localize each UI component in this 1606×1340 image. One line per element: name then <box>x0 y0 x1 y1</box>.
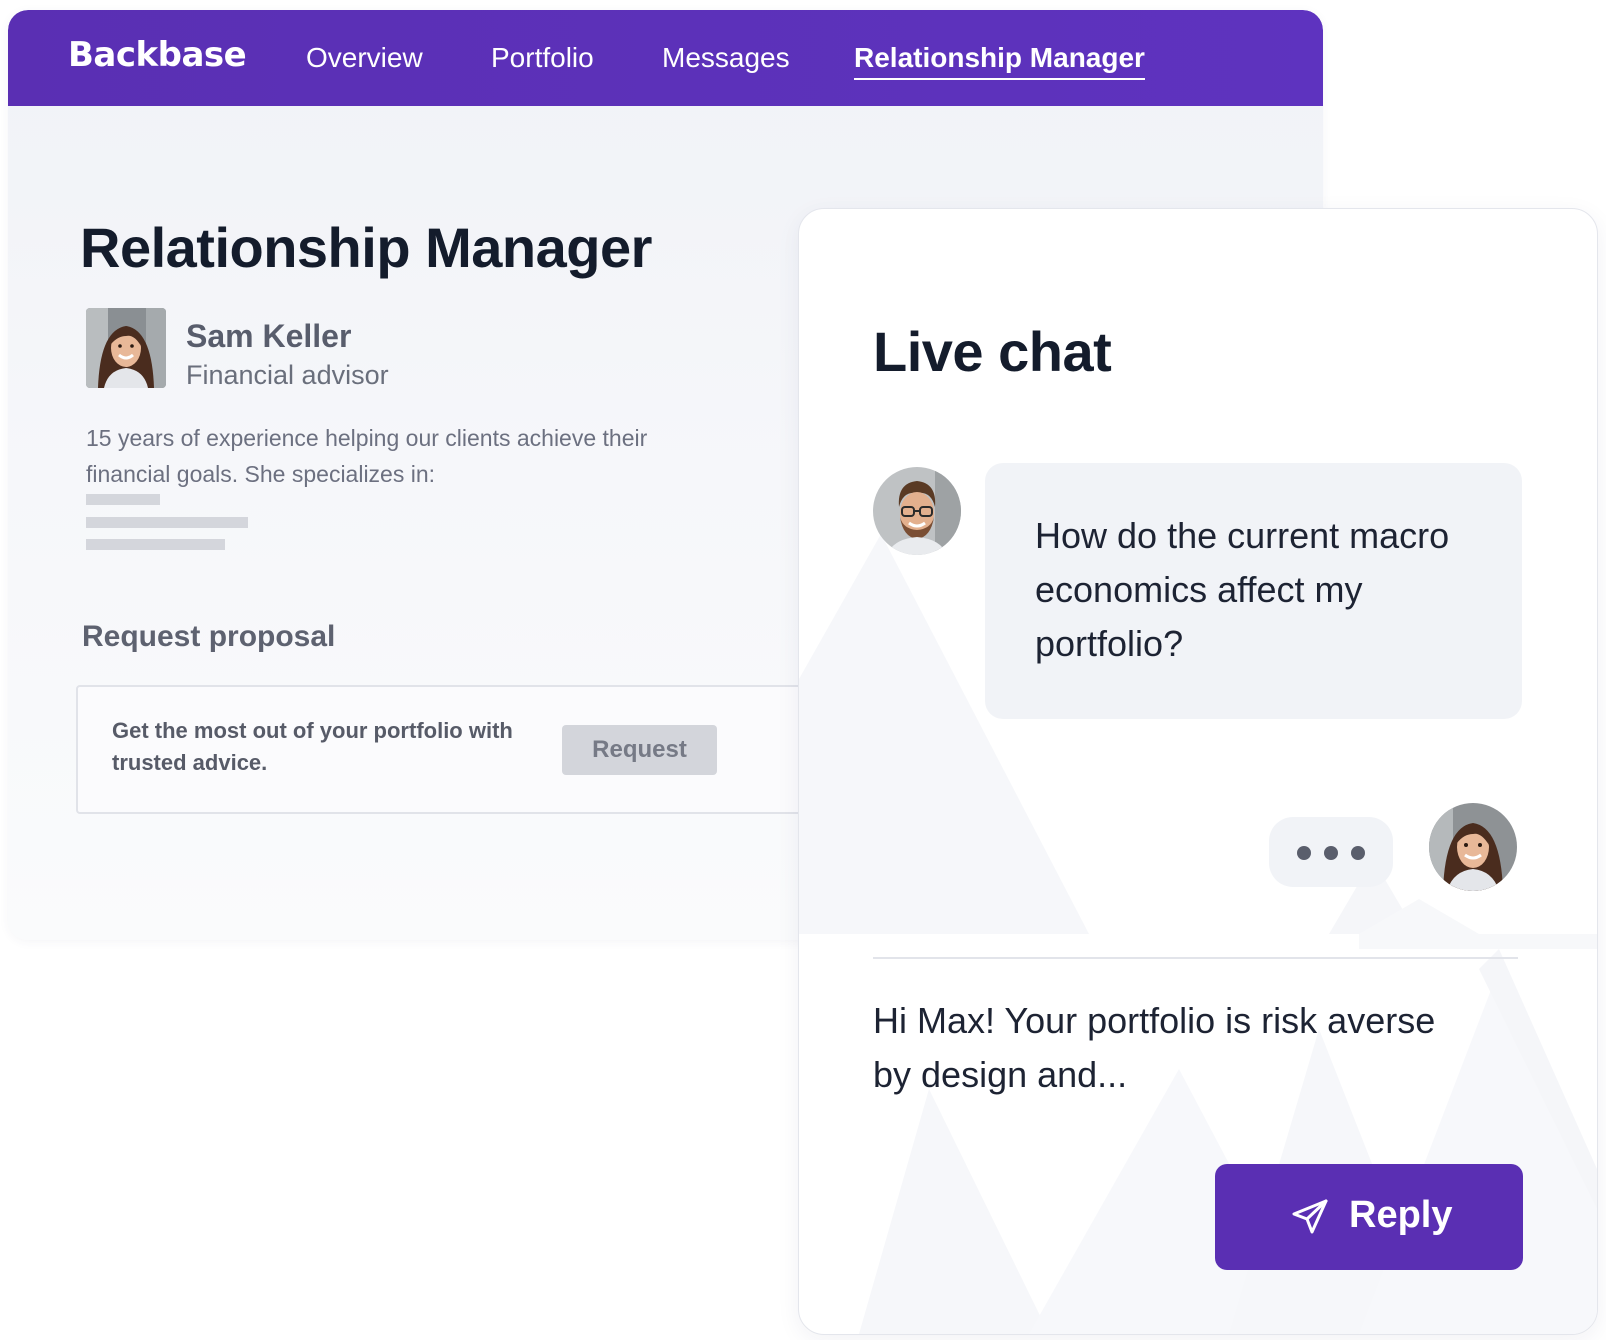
top-navbar: Backbase Overview Portfolio Messages Rel… <box>8 10 1323 106</box>
request-proposal-heading: Request proposal <box>82 620 336 653</box>
live-chat-panel: Live chat How do the current macro econo… <box>798 208 1598 1335</box>
nav-item-overview[interactable]: Overview <box>306 42 423 74</box>
paper-plane-icon <box>1292 1199 1328 1234</box>
typing-indicator <box>1269 817 1393 887</box>
live-chat-title: Live chat <box>873 320 1112 383</box>
reply-button[interactable]: Reply <box>1215 1164 1523 1270</box>
backbase-logo[interactable]: Backbase <box>68 35 247 75</box>
advisor-role: Financial advisor <box>186 360 389 390</box>
incoming-message-text: How do the current macro economics affec… <box>1035 515 1450 664</box>
typing-dot <box>1297 846 1311 860</box>
typing-dot <box>1324 846 1338 860</box>
advisor-chat-avatar <box>1429 803 1517 891</box>
advisor-bio: 15 years of experience helping our clien… <box>86 425 648 487</box>
nav-item-messages[interactable]: Messages <box>662 42 790 74</box>
advisor-name: Sam Keller <box>186 318 352 354</box>
reply-button-label: Reply <box>1349 1194 1453 1236</box>
client-avatar <box>873 467 961 555</box>
nav-item-portfolio[interactable]: Portfolio <box>491 42 594 74</box>
request-button[interactable]: Request <box>562 725 717 775</box>
incoming-message-bubble: How do the current macro economics affec… <box>985 463 1522 719</box>
advisor-avatar <box>86 308 166 388</box>
specialty-placeholder-line <box>86 539 225 550</box>
page-title: Relationship Manager <box>80 216 652 279</box>
nav-item-relationship-manager[interactable]: Relationship Manager <box>854 42 1145 80</box>
reply-draft-text[interactable]: Hi Max! Your portfolio is risk averse by… <box>873 994 1473 1102</box>
screen: Backbase Overview Portfolio Messages Rel… <box>0 0 1606 1340</box>
request-proposal-card: Get the most out of your portfolio with … <box>76 685 840 814</box>
specialty-placeholder-line <box>86 494 160 505</box>
proposal-description: Get the most out of your portfolio with … <box>112 718 513 775</box>
specialty-placeholder-line <box>86 517 248 528</box>
chat-divider <box>873 957 1518 959</box>
typing-dot <box>1351 846 1365 860</box>
